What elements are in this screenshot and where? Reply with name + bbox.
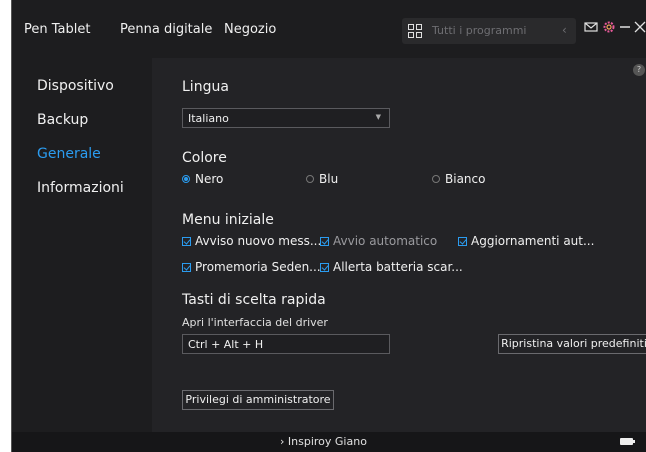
settings-panel: ? Lingua Italiano ▼ Colore Nero Blu Bian… — [152, 58, 646, 432]
top-bar: Pen Tablet Penna digitale Negozio Tutti … — [12, 0, 646, 58]
program-search[interactable]: Tutti i programmi ‹ — [402, 18, 576, 44]
device-selector[interactable]: › Inspiroy Giano — [280, 435, 367, 448]
shortcut-driver-label: Apri l'interfaccia del driver — [182, 316, 328, 329]
menu-pen-tablet[interactable]: Pen Tablet — [24, 22, 90, 37]
chevron-left-icon[interactable]: ‹ — [562, 23, 567, 37]
language-dropdown[interactable]: Italiano ▼ — [182, 108, 390, 128]
check-label: Avvio automatico — [333, 234, 438, 248]
radio-empty-icon — [306, 175, 314, 183]
apps-grid-icon — [408, 24, 422, 38]
battery-icon — [620, 438, 635, 445]
color-option-label: Blu — [319, 172, 339, 186]
sidebar-item-dispositivo[interactable]: Dispositivo — [37, 78, 114, 94]
menu-negozio[interactable]: Negozio — [224, 22, 276, 37]
sidebar-item-backup[interactable]: Backup — [37, 112, 88, 128]
mail-icon[interactable] — [584, 20, 598, 34]
radio-selected-icon — [182, 175, 190, 183]
radio-empty-icon — [432, 175, 440, 183]
color-title: Colore — [182, 150, 227, 166]
menu-penna-digitale[interactable]: Penna digitale — [120, 22, 212, 37]
settings-gear-icon[interactable] — [602, 20, 616, 34]
language-title: Lingua — [182, 79, 229, 95]
check-label: Avviso nuovo mess... — [195, 234, 322, 248]
color-option-nero[interactable]: Nero — [182, 172, 223, 186]
sidebar-item-informazioni[interactable]: Informazioni — [37, 180, 124, 196]
startup-title: Menu iniziale — [182, 212, 274, 228]
check-label: Allerta batteria scar... — [333, 260, 463, 274]
search-placeholder[interactable]: Tutti i programmi — [432, 24, 526, 37]
startup-check-promemoria[interactable]: Promemoria Seden... — [182, 260, 321, 274]
checkbox-checked-icon — [458, 236, 467, 246]
color-option-bianco[interactable]: Bianco — [432, 172, 485, 186]
shortcuts-title: Tasti di scelta rapida — [182, 292, 326, 308]
reset-defaults-button[interactable]: Ripristina valori predefiniti — [498, 334, 646, 354]
startup-check-avvio-automatico[interactable]: Avvio automatico — [320, 234, 437, 248]
checkbox-checked-icon — [320, 262, 329, 272]
check-label: Promemoria Seden... — [195, 260, 321, 274]
shortcut-input[interactable]: Ctrl + Alt + H — [182, 334, 390, 354]
checkbox-checked-icon — [320, 236, 329, 246]
sidebar-item-generale[interactable]: Generale — [37, 146, 101, 162]
checkbox-checked-icon — [182, 262, 191, 272]
dropdown-caret-icon: ▼ — [375, 113, 381, 121]
admin-privileges-button[interactable]: Privilegi di amministratore — [182, 390, 334, 410]
checkbox-checked-icon — [182, 236, 191, 246]
sidebar: Dispositivo Backup Generale Informazioni — [12, 58, 152, 432]
color-option-blu[interactable]: Blu — [306, 172, 338, 186]
minimize-icon[interactable] — [619, 20, 631, 34]
app-window: Pen Tablet Penna digitale Negozio Tutti … — [12, 0, 646, 452]
window-edge — [0, 0, 12, 452]
startup-check-batteria[interactable]: Allerta batteria scar... — [320, 260, 463, 274]
startup-check-aggiornamenti[interactable]: Aggiornamenti aut... — [458, 234, 594, 248]
close-icon[interactable] — [634, 20, 646, 34]
status-bar: › Inspiroy Giano — [12, 432, 646, 452]
check-label: Aggiornamenti aut... — [471, 234, 595, 248]
color-option-label: Nero — [195, 172, 224, 186]
color-option-label: Bianco — [445, 172, 486, 186]
startup-check-avviso[interactable]: Avviso nuovo mess... — [182, 234, 321, 248]
language-value: Italiano — [188, 112, 229, 125]
help-icon[interactable]: ? — [633, 64, 645, 76]
